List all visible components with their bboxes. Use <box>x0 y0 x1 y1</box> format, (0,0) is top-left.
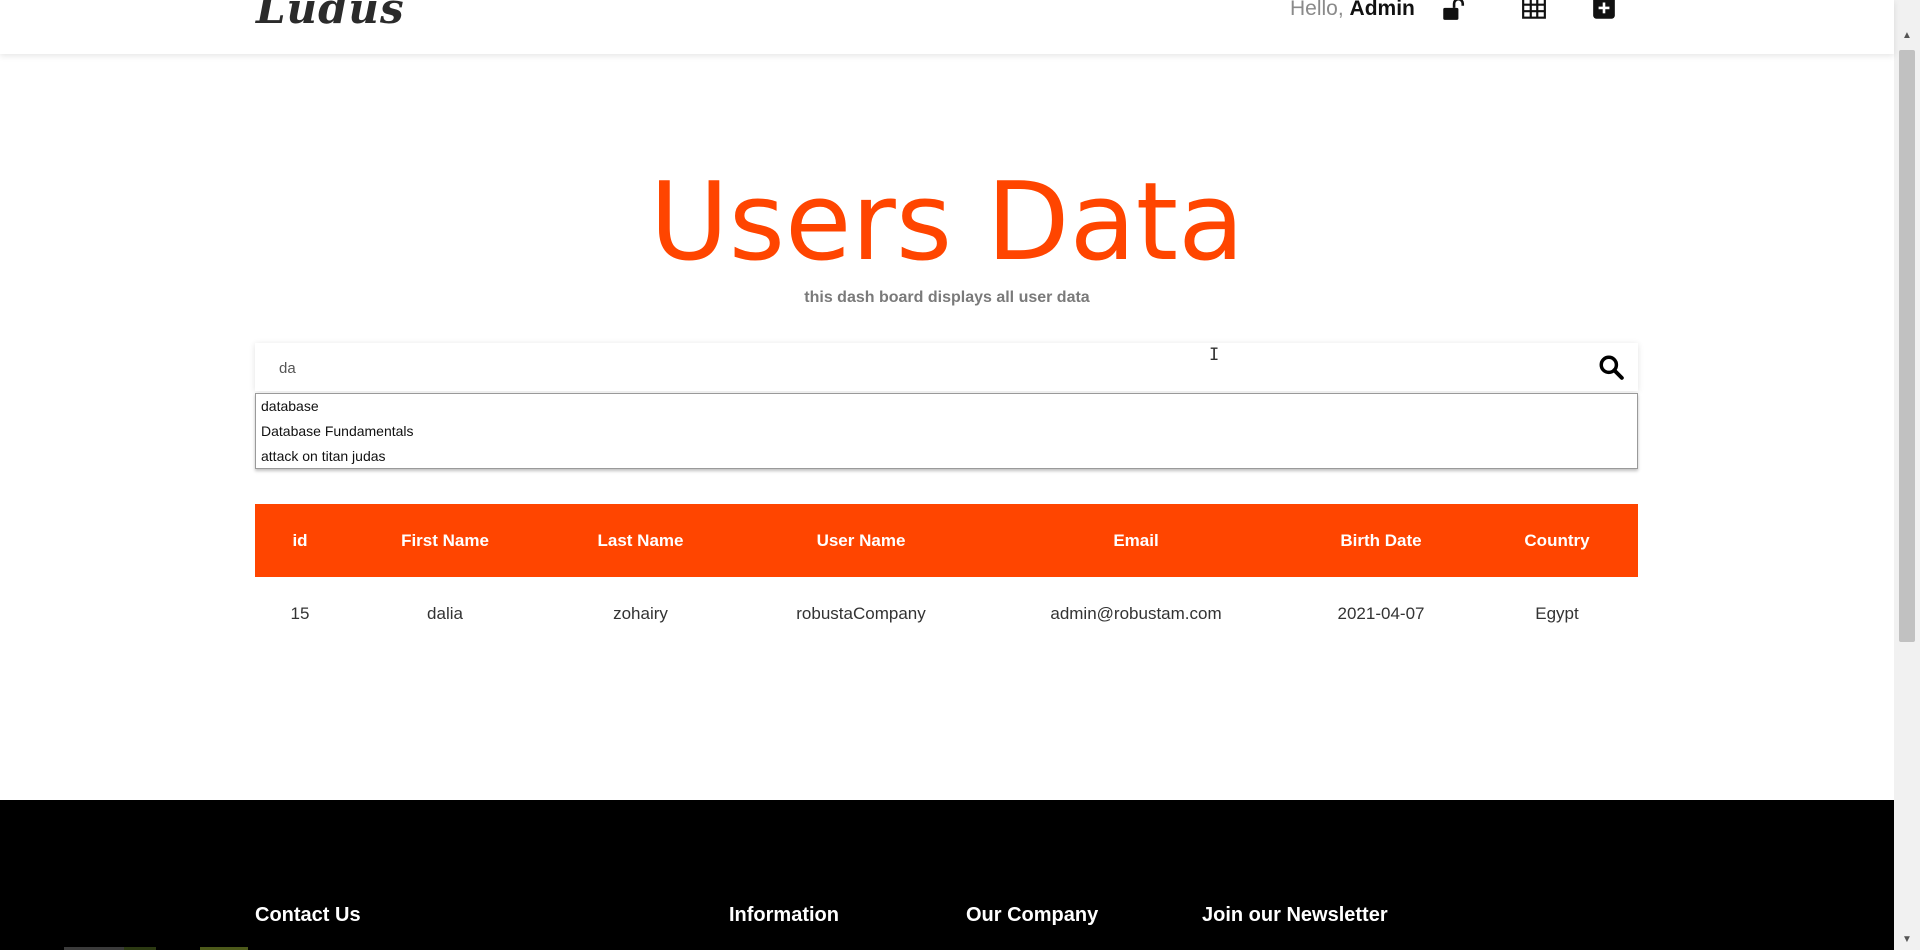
column-header-first-name: First Name <box>401 530 489 550</box>
logo[interactable]: Ludus <box>256 0 405 33</box>
column-header-user-name: User Name <box>816 530 906 550</box>
footer-heading-contact: Contact Us <box>255 904 361 926</box>
search-input[interactable] <box>277 343 1581 393</box>
search-bar <box>255 343 1638 393</box>
search-icon[interactable] <box>1598 354 1624 380</box>
column-header-email: Email <box>1113 530 1159 550</box>
footer-heading-newsletter: Join our Newsletter <box>1202 904 1388 926</box>
greeting-text: Hello, <box>1290 0 1344 20</box>
cell-user-name: robustaCompany <box>796 603 926 623</box>
suggestion-item[interactable]: Database Fundamentals <box>256 419 1637 444</box>
page-subtitle: this dash board displays all user data <box>804 289 1090 306</box>
scroll-thumb[interactable] <box>1899 50 1915 642</box>
footer-heading-company: Our Company <box>966 904 1099 926</box>
text-cursor-icon: I <box>1209 345 1220 365</box>
cell-id: 15 <box>290 603 310 623</box>
column-header-country: Country <box>1524 530 1590 550</box>
column-header-birth-date: Birth Date <box>1340 530 1422 550</box>
column-header-last-name: Last Name <box>597 530 684 550</box>
column-header-id: id <box>292 530 308 550</box>
page-title: Users Data <box>649 160 1245 285</box>
page-scrollbar[interactable]: ▲ ▼ <box>1894 0 1920 950</box>
lock-open-icon[interactable] <box>1440 0 1466 22</box>
site-footer: Contact Us Information Our Company Join … <box>0 800 1894 950</box>
plus-square-icon[interactable] <box>1591 0 1617 22</box>
scroll-down-icon[interactable]: ▼ <box>1894 930 1920 950</box>
cell-first-name: dalia <box>427 603 463 623</box>
cell-country: Egypt <box>1535 603 1579 623</box>
greeting: Hello, Admin <box>1290 0 1415 21</box>
cell-birth-date: 2021-04-07 <box>1337 603 1425 623</box>
cell-email: admin@robustam.com <box>1050 603 1222 623</box>
footer-heading-information: Information <box>729 904 839 926</box>
top-header: Ludus Hello, Admin <box>0 0 1894 54</box>
table-icon[interactable] <box>1521 0 1547 22</box>
users-table: id First Name Last Name User Name Email … <box>255 504 1638 650</box>
user-name: Admin <box>1349 0 1415 20</box>
table-header: id First Name Last Name User Name Email … <box>255 504 1638 577</box>
suggestion-item[interactable]: database <box>256 394 1637 419</box>
table-row: 15 dalia zohairy robustaCompany admin@ro… <box>255 577 1638 650</box>
search-suggestions: database Database Fundamentals attack on… <box>255 393 1638 469</box>
scroll-up-icon[interactable]: ▲ <box>1894 26 1920 46</box>
cell-last-name: zohairy <box>613 603 668 623</box>
suggestion-item[interactable]: attack on titan judas <box>256 444 1637 469</box>
